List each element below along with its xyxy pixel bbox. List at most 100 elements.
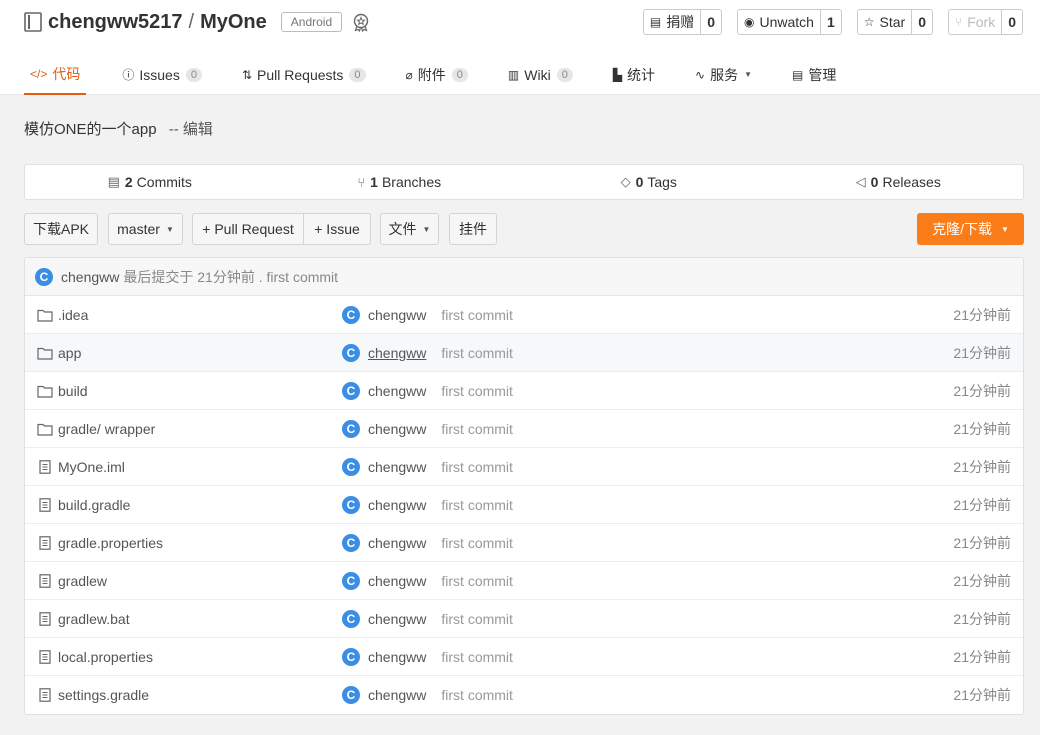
- tab-statistics[interactable]: ▙ 统计: [613, 54, 655, 95]
- row-commit-author[interactable]: chengww: [368, 535, 426, 551]
- donate-label: 捐赠: [666, 14, 695, 30]
- file-name[interactable]: .idea: [58, 307, 88, 323]
- row-commit-author[interactable]: chengww: [368, 459, 426, 475]
- file-name[interactable]: app: [58, 345, 81, 361]
- row-commit-author[interactable]: chengww: [368, 421, 426, 437]
- row-commit-author[interactable]: chengww: [368, 497, 426, 513]
- avatar[interactable]: C: [342, 647, 360, 666]
- row-commit-message[interactable]: first commit: [441, 535, 513, 551]
- row-commit-message[interactable]: first commit: [441, 421, 513, 437]
- file-entry[interactable]: build: [37, 383, 88, 399]
- repo-name-link[interactable]: MyOne: [200, 11, 267, 34]
- chevron-down-icon: ▼: [165, 224, 174, 234]
- pull-request-button[interactable]: + Pull Request: [192, 213, 304, 245]
- row-commit-time: 21分钟前: [953, 534, 1011, 551]
- row-commit-message[interactable]: first commit: [441, 649, 513, 665]
- row-commit-message[interactable]: first commit: [441, 459, 513, 475]
- tab-wiki[interactable]: ▥ Wiki 0: [508, 54, 573, 95]
- widgets-button[interactable]: 挂件: [449, 213, 497, 245]
- language-tag[interactable]: Android: [280, 12, 343, 32]
- file-name[interactable]: build.gradle: [58, 497, 130, 513]
- avatar[interactable]: C: [342, 609, 360, 628]
- avatar[interactable]: C: [35, 267, 53, 286]
- donate-count[interactable]: 0: [701, 10, 721, 34]
- issue-button[interactable]: + Issue: [303, 213, 371, 245]
- row-commit-author[interactable]: chengww: [368, 573, 426, 589]
- avatar[interactable]: C: [342, 571, 360, 590]
- row-commit-author[interactable]: chengww: [368, 611, 426, 627]
- file-name[interactable]: gradle.properties: [58, 535, 163, 551]
- row-commit-message[interactable]: first commit: [441, 497, 513, 513]
- edit-description-link[interactable]: -- 编辑: [169, 121, 213, 138]
- star-button[interactable]: ☆ Star 0: [856, 9, 933, 35]
- fork-icon: ⑂: [955, 15, 963, 29]
- tab-attachments[interactable]: ⌀ 附件 0: [406, 54, 468, 95]
- row-commit-message[interactable]: first commit: [441, 573, 513, 589]
- file-entry[interactable]: gradle.properties: [37, 535, 163, 551]
- last-commit-text[interactable]: 最后提交于 21分钟前 . first commit: [123, 267, 338, 287]
- watch-count[interactable]: 1: [821, 10, 841, 34]
- files-menu-button[interactable]: 文件 ▼: [380, 213, 439, 245]
- avatar[interactable]: C: [342, 457, 360, 476]
- repo-separator: /: [188, 10, 195, 33]
- table-row: settings.gradle C chengww first commit 2…: [25, 676, 1023, 714]
- file-entry[interactable]: app: [37, 345, 81, 361]
- file-entry[interactable]: build.gradle: [37, 497, 130, 513]
- row-commit-author[interactable]: chengww: [368, 649, 426, 665]
- last-commit-author[interactable]: chengww: [61, 269, 119, 285]
- file-name[interactable]: MyOne.iml: [58, 459, 125, 475]
- repo-stats: ▤ 2 Commits ⑂ 1 Branches ◇ 0 Tags ◁ 0 Re…: [24, 164, 1024, 200]
- row-commit-message[interactable]: first commit: [441, 307, 513, 323]
- row-commit-author[interactable]: chengww: [368, 687, 426, 703]
- tab-code[interactable]: </> 代码: [24, 54, 87, 95]
- row-commit-time: 21分钟前: [953, 420, 1011, 437]
- star-count[interactable]: 0: [912, 10, 932, 34]
- stat-commits[interactable]: ▤ 2 Commits: [25, 165, 275, 199]
- file-name[interactable]: build: [58, 383, 88, 399]
- row-commit-author[interactable]: chengww: [368, 307, 426, 323]
- row-commit-message[interactable]: first commit: [441, 611, 513, 627]
- file-name[interactable]: gradlew.bat: [58, 611, 130, 627]
- stat-tags[interactable]: ◇ 0 Tags: [524, 165, 774, 199]
- avatar[interactable]: C: [342, 419, 360, 438]
- file-entry[interactable]: gradle/ wrapper: [37, 421, 155, 437]
- row-commit-message[interactable]: first commit: [441, 687, 513, 703]
- file-entry[interactable]: settings.gradle: [37, 687, 149, 703]
- tab-pull-requests[interactable]: ⇅ Pull Requests 0: [242, 54, 366, 95]
- stat-branches[interactable]: ⑂ 1 Branches: [275, 165, 525, 199]
- avatar[interactable]: C: [342, 343, 360, 362]
- avatar[interactable]: C: [342, 381, 360, 400]
- fork-count[interactable]: 0: [1002, 10, 1022, 34]
- table-row: gradlew C chengww first commit 21分钟前: [25, 562, 1023, 600]
- download-apk-button[interactable]: 下载APK: [24, 213, 98, 245]
- file-entry[interactable]: local.properties: [37, 649, 153, 665]
- avatar[interactable]: C: [342, 686, 360, 704]
- file-entry[interactable]: .idea: [37, 307, 88, 323]
- file-name[interactable]: gradle/ wrapper: [58, 421, 155, 437]
- tab-manage[interactable]: ▤ 管理: [792, 54, 836, 95]
- repo-owner-link[interactable]: chengww5217: [48, 11, 183, 34]
- row-commit-author[interactable]: chengww: [368, 383, 426, 399]
- unwatch-button[interactable]: ◉ Unwatch 1: [737, 9, 842, 35]
- file-name[interactable]: gradlew: [58, 573, 107, 589]
- file-name[interactable]: settings.gradle: [58, 687, 149, 703]
- avatar[interactable]: C: [342, 495, 360, 514]
- donate-button[interactable]: ▤ 捐赠 0: [642, 9, 722, 35]
- tab-services[interactable]: ∿ 服务 ▼: [695, 54, 752, 95]
- avatar[interactable]: C: [342, 533, 360, 552]
- file-entry[interactable]: gradlew.bat: [37, 611, 130, 627]
- fork-button[interactable]: ⑂ Fork 0: [948, 9, 1023, 35]
- file-name[interactable]: local.properties: [58, 649, 153, 665]
- avatar[interactable]: C: [342, 305, 360, 324]
- tab-issues[interactable]: ⓘ Issues 0: [122, 54, 202, 95]
- clone-download-button[interactable]: 克隆/下载 ▼: [917, 213, 1024, 245]
- file-entry[interactable]: MyOne.iml: [37, 459, 125, 475]
- fork-label: Fork: [967, 14, 996, 30]
- stat-releases[interactable]: ◁ 0 Releases: [774, 165, 1024, 199]
- file-entry[interactable]: gradlew: [37, 573, 107, 589]
- row-commit-message[interactable]: first commit: [441, 345, 513, 361]
- row-commit-author[interactable]: chengww: [368, 345, 426, 361]
- award-icon[interactable]: [351, 12, 371, 32]
- branch-select[interactable]: master ▼: [108, 213, 183, 245]
- row-commit-message[interactable]: first commit: [441, 383, 513, 399]
